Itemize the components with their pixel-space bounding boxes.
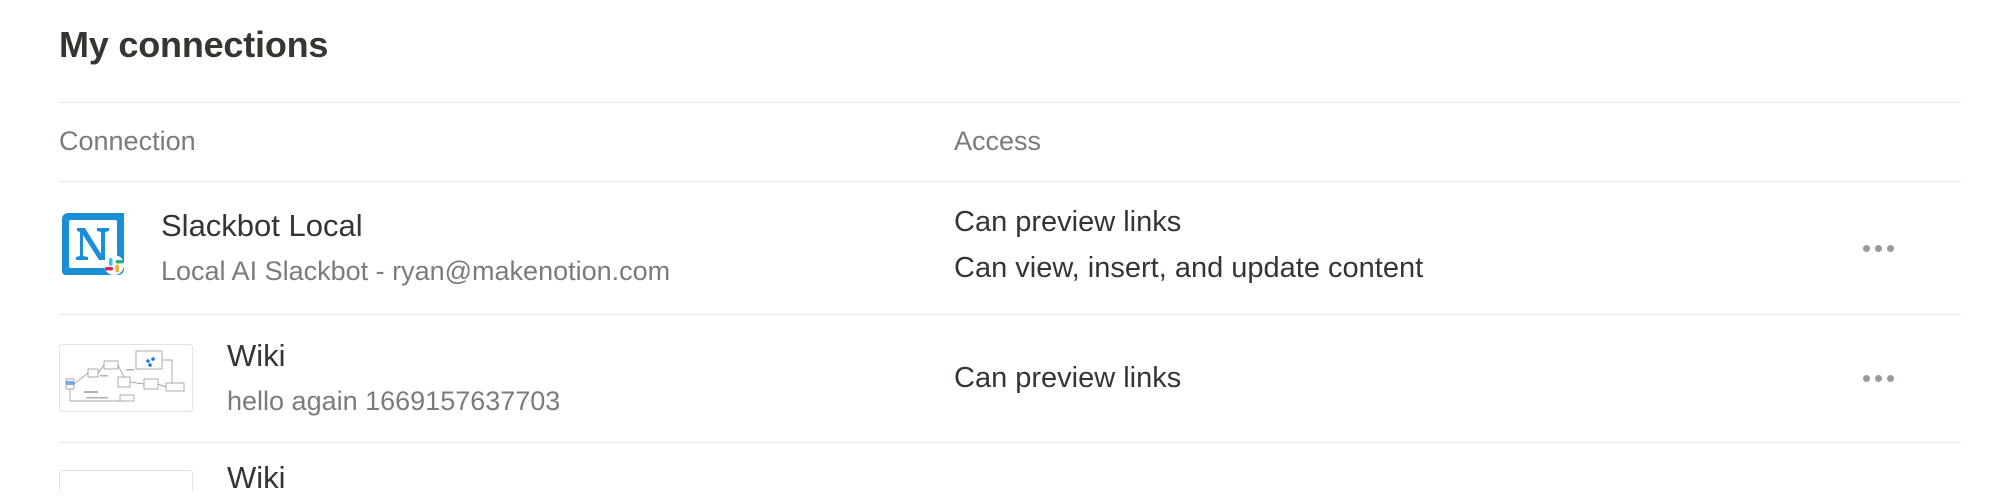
connection-description: hello again 1669157637703	[227, 386, 561, 416]
diagram-thumbnail	[59, 344, 193, 412]
diagram-thumbnail-image	[65, 350, 185, 402]
dot	[1874, 374, 1882, 382]
access-item: Can view, insert, and update content	[954, 252, 1424, 284]
column-header-access: Access	[954, 126, 1042, 156]
divider	[59, 181, 1961, 182]
divider	[59, 314, 1961, 315]
dot	[1862, 244, 1870, 252]
diagram-thumbnail	[59, 470, 193, 491]
connection-name: Wiki	[227, 460, 286, 495]
more-options-button[interactable]	[1854, 360, 1902, 396]
access-item: Can preview links	[954, 206, 1182, 238]
notion-slack-logo-icon	[62, 213, 124, 275]
column-header-connection: Connection	[59, 126, 196, 156]
access-item: Can preview links	[954, 362, 1182, 394]
divider	[59, 102, 1961, 103]
connections-page: My connections Connection Access Slackbo…	[59, 0, 1961, 495]
connection-name: Slackbot Local	[161, 208, 363, 243]
dot	[1886, 374, 1894, 382]
page-title: My connections	[59, 24, 329, 65]
divider	[59, 442, 1961, 443]
more-options-button[interactable]	[1854, 230, 1902, 266]
dot	[1874, 244, 1882, 252]
connection-description: Local AI Slackbot - ryan@makenotion.com	[161, 256, 671, 286]
connection-name: Wiki	[227, 338, 286, 373]
dot	[1862, 374, 1870, 382]
dot	[1886, 244, 1894, 252]
